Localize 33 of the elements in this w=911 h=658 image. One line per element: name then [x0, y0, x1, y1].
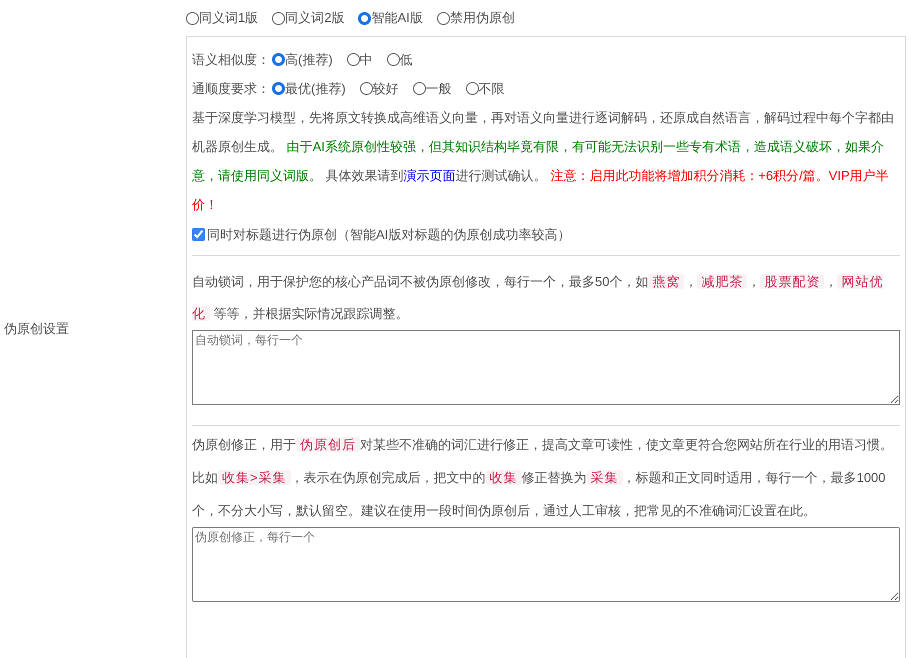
radio-button[interactable]: [272, 53, 285, 66]
description-paragraph: 基于深度学习模型，先将原文转换成高维语义向量，再对语义向量进行逐词解码，还原成自然语言，解码过程中每个字都由机器原创生成。 由于AI系统原创性较强，但其知识结构毕竟有限，有可能无法识别一些专有术语，造成语义破坏，如果介意，请使用同义词版。 具体效果请到演示页面进行测试确认。 注意：启用此功能将增加积分消耗：+6积分/篇。VIP用户半价！: [192, 109, 895, 214]
setting-option[interactable]: 低: [400, 50, 413, 70]
radio-button[interactable]: [346, 53, 360, 66]
lock-words-description: 自动锁词，用于保护您的核心产品词不被伪原创修改，每行一个，最多50个，如 燕窝 ， 减肥茶 ， 股票配资 ， 网站优化 等等，并根据实际情况跟踪调整。: [192, 272, 884, 322]
setting-option[interactable]: 较好: [372, 78, 399, 98]
radio-button[interactable]: [360, 82, 373, 95]
mode-option[interactable]: 同义词2版: [285, 8, 344, 28]
title-option[interactable]: 同时对标题进行伪原创（智能AI版对标题的伪原创成功率较高）: [192, 225, 900, 244]
corrections-field[interactable]: 伪原创修正，每行一个: [192, 526, 900, 602]
radio-button[interactable]: [466, 82, 479, 95]
radio-button[interactable]: [412, 82, 426, 95]
setting-option[interactable]: 一般: [426, 78, 452, 98]
title-checkbox[interactable]: [192, 228, 205, 242]
setting-option[interactable]: 不限: [478, 78, 505, 98]
mode-option[interactable]: 禁用伪原创: [450, 8, 515, 28]
setting-option[interactable]: 高(推荐): [285, 50, 333, 70]
radio-button[interactable]: [386, 53, 400, 66]
demo-link[interactable]: 演示页面: [404, 168, 456, 183]
setting-option[interactable]: 中: [360, 50, 373, 70]
lock-words-field[interactable]: 自动锁词，每行一个: [192, 330, 900, 404]
corrections-description: 伪原创修正，用于 伪原创后 对某些不准确的词汇进行修正，提高文章可读性，使文章更符合您网站所在行业的用语习惯。比如 收集>采集 ，表示在伪原创完成后，把文中的 收集 修正替换为 采集 ，标题和正文同时适用，每行一个，最多1000个，不分大小写，默认留空。建议在使用一段时间伪原创后，通过人工审核，把常见的不准确词汇设置在此。: [192, 436, 894, 520]
radio-button[interactable]: [436, 12, 450, 24]
mode-option[interactable]: 同义词1版: [199, 8, 258, 28]
radio-button[interactable]: [272, 12, 286, 24]
setting-label: 通顺度要求：: [192, 80, 270, 98]
setting-label: 语义相似度：: [192, 50, 270, 69]
radio-button[interactable]: [272, 82, 285, 95]
radio-button[interactable]: [186, 12, 199, 24]
setting-option[interactable]: 最优(推荐): [285, 78, 346, 98]
radio-button[interactable]: [358, 12, 372, 24]
mode-option[interactable]: 智能AI版: [371, 8, 423, 28]
section-label: 伪原创设置: [4, 320, 69, 338]
